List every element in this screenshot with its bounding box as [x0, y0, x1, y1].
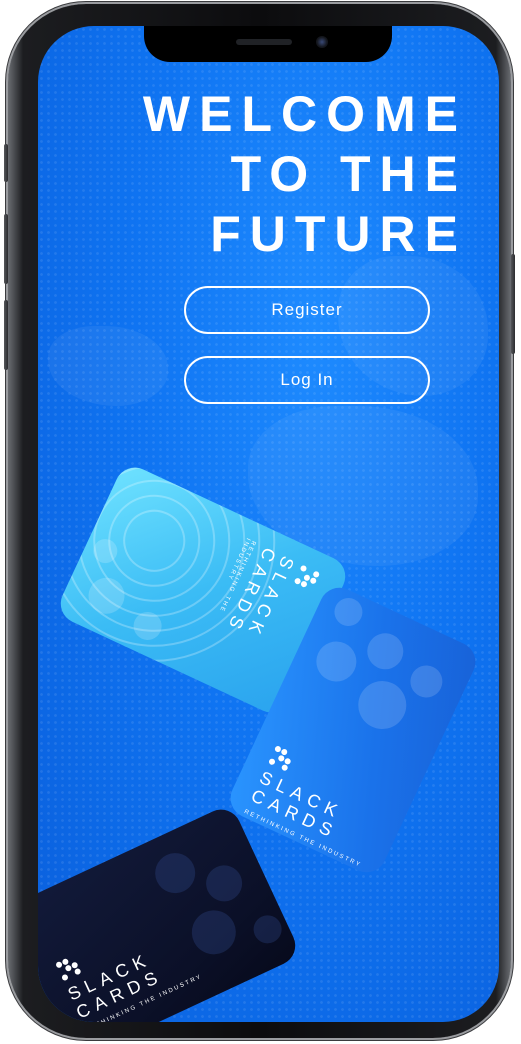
- volume-up-button: [4, 214, 8, 284]
- phone-notch: [144, 26, 392, 62]
- headline-line-2: TO THE: [230, 146, 467, 202]
- phone-frame: WELCOME TO THE FUTURE Register Log In SL…: [4, 4, 515, 1038]
- headline-line-1: WELCOME: [142, 86, 467, 142]
- welcome-headline: WELCOME TO THE FUTURE: [143, 84, 467, 264]
- login-button[interactable]: Log In: [184, 356, 430, 404]
- headline-line-3: FUTURE: [210, 206, 467, 262]
- app-screen: WELCOME TO THE FUTURE Register Log In SL…: [38, 26, 499, 1022]
- register-button[interactable]: Register: [184, 286, 430, 334]
- speaker-grille: [236, 39, 292, 45]
- volume-down-button: [4, 300, 8, 370]
- mute-switch: [4, 144, 8, 182]
- power-button: [511, 254, 515, 354]
- front-camera-icon: [316, 36, 328, 48]
